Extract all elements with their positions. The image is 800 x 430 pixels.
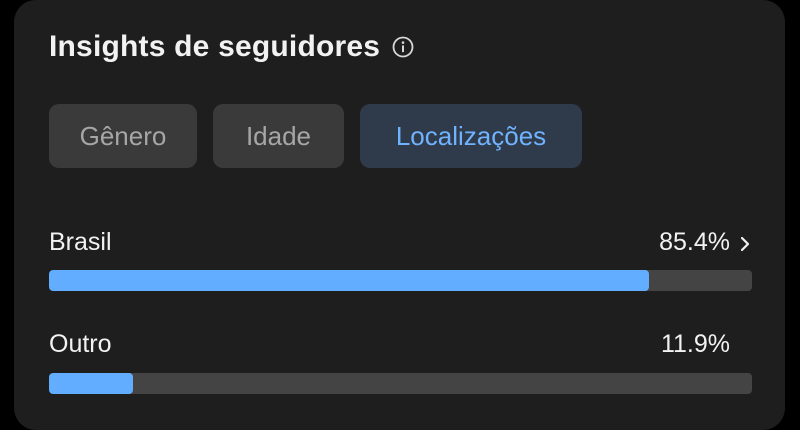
location-label: Brasil: [49, 228, 112, 256]
tab-genero[interactable]: Gênero: [49, 104, 197, 168]
progress-bar-track: [49, 270, 752, 291]
card-header: Insights de seguidores: [49, 30, 414, 64]
page-title: Insights de seguidores: [49, 30, 381, 63]
tabs-bar: Gênero Idade Localizações: [49, 104, 582, 168]
progress-bar-fill: [49, 373, 133, 394]
progress-bar-fill: [49, 270, 650, 291]
tab-localizacoes[interactable]: Localizações: [360, 104, 582, 168]
chevron-right-icon[interactable]: [738, 234, 752, 254]
info-icon[interactable]: [392, 36, 414, 58]
tab-idade[interactable]: Idade: [213, 104, 344, 168]
location-row-outro: Outro 11.9%: [49, 328, 752, 398]
location-label: Outro: [49, 330, 112, 358]
location-percentage: 11.9%: [660, 330, 730, 358]
progress-bar-track: [49, 373, 752, 394]
location-row-brasil[interactable]: Brasil 85.4%: [49, 226, 752, 296]
location-percentage: 85.4%: [659, 228, 730, 256]
